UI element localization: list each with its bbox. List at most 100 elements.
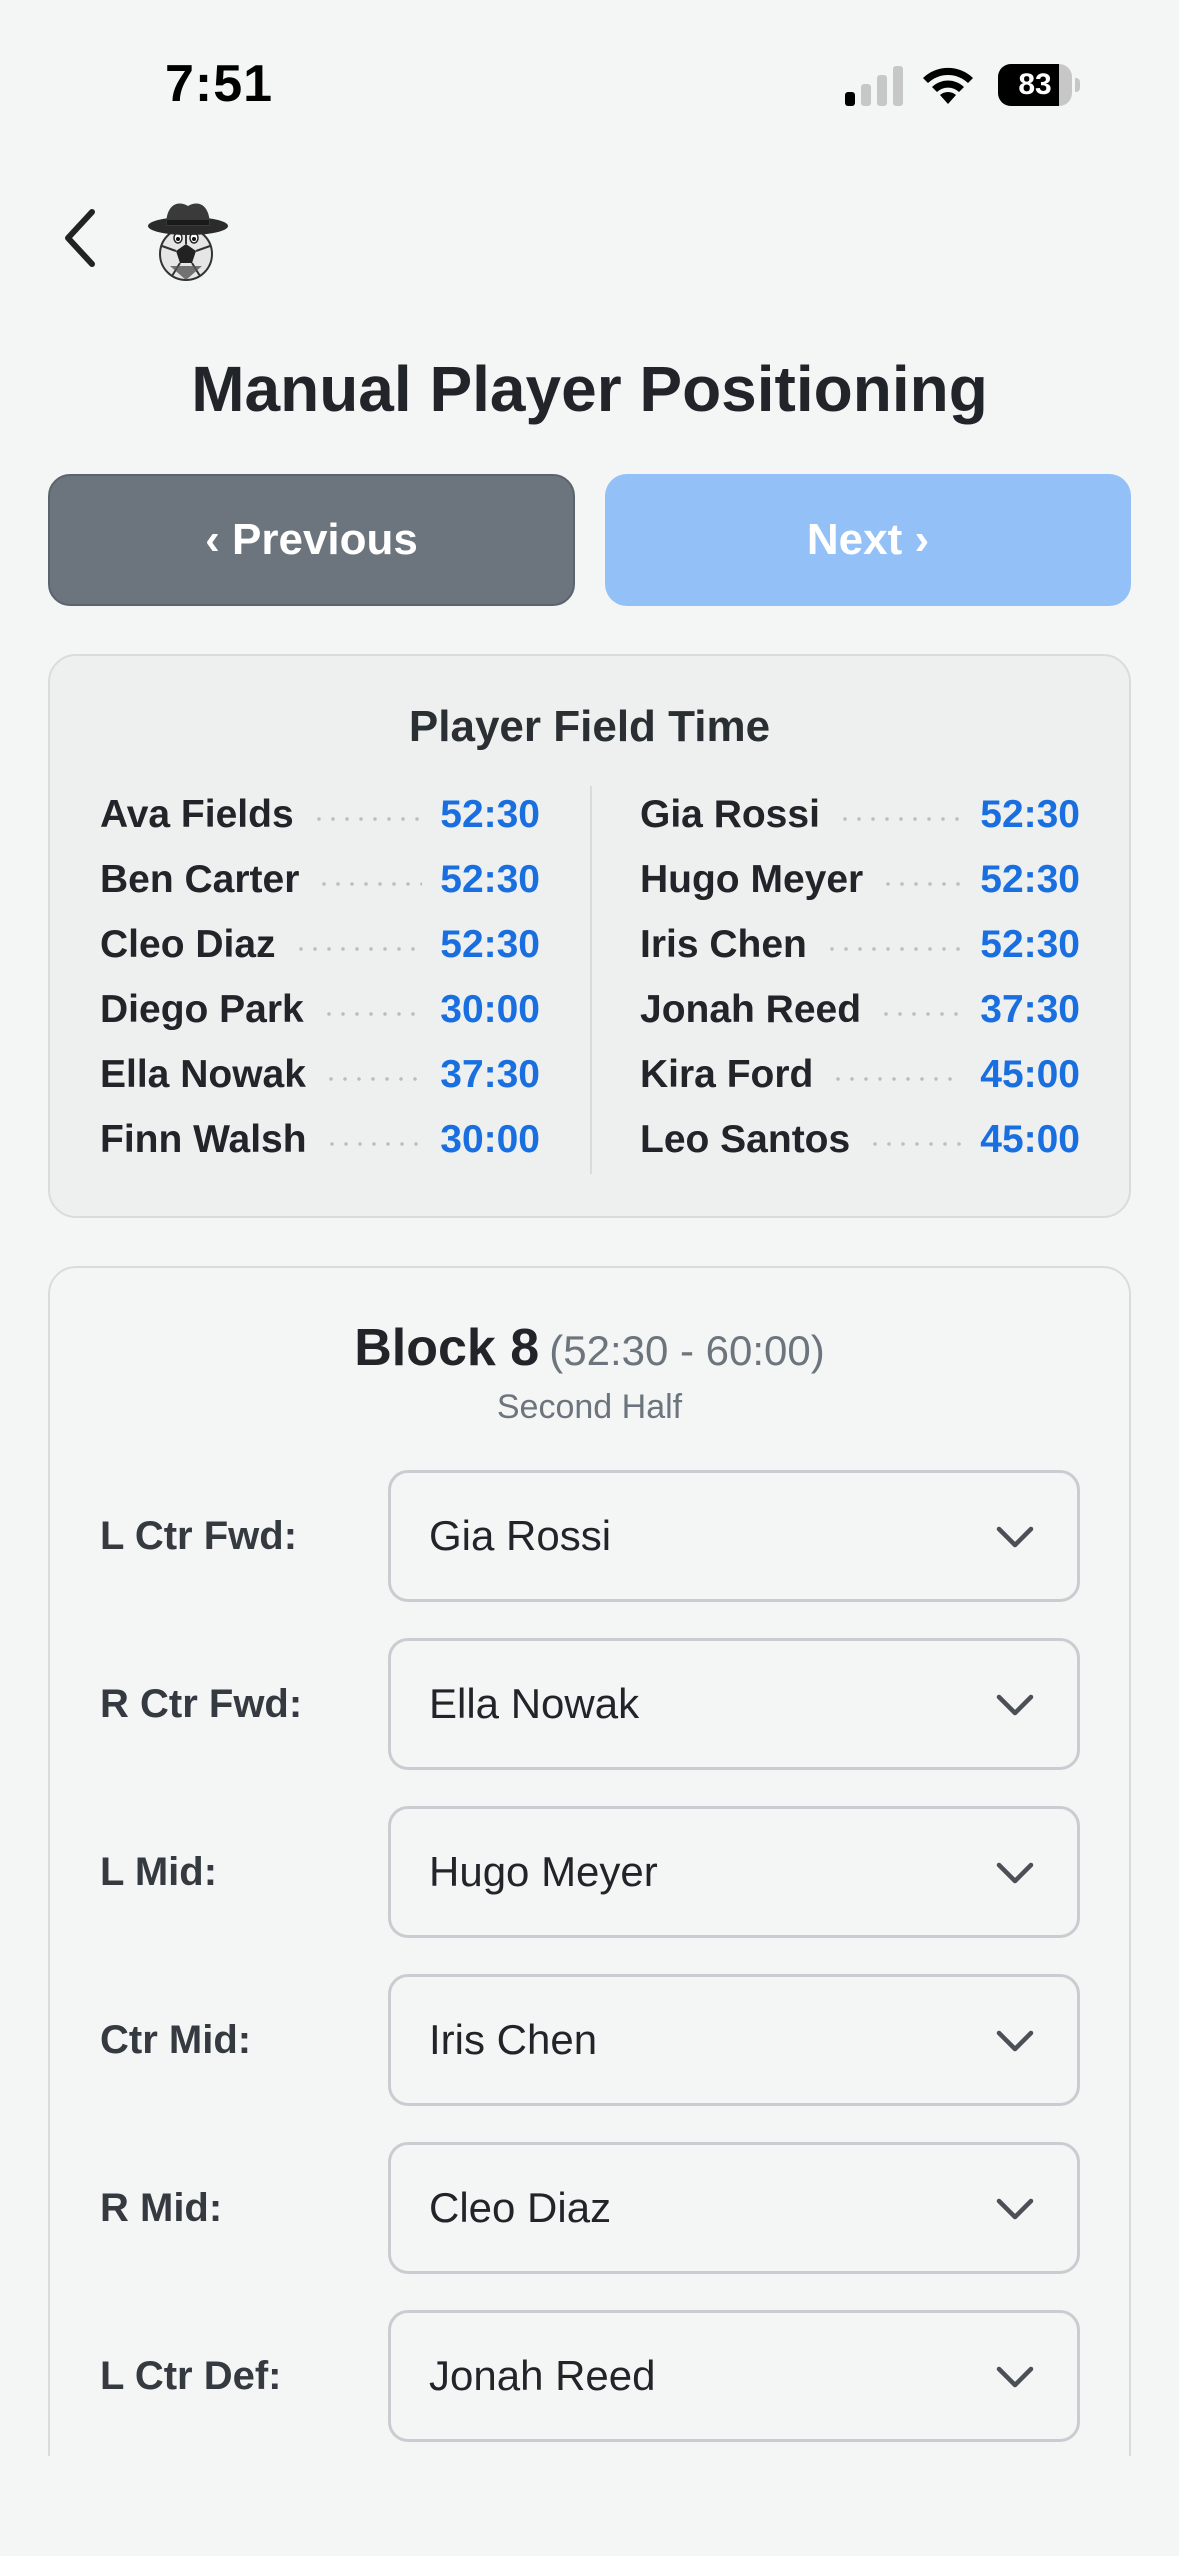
player-select[interactable]: Gia Rossi — [388, 1470, 1080, 1602]
field-time-row: Cleo Diaz 52:30 — [100, 912, 540, 977]
field-time-row: Jonah Reed 37:30 — [640, 977, 1080, 1042]
chevron-down-icon — [996, 1694, 1034, 1716]
field-time-right-column: Gia Rossi 52:30 Hugo Meyer 52:30 Iris Ch… — [640, 782, 1080, 1172]
player-time: 37:30 — [440, 1052, 540, 1096]
player-name: Ella Nowak — [100, 1052, 306, 1096]
field-time-row: Kira Ford 45:00 — [640, 1042, 1080, 1107]
player-name: Finn Walsh — [100, 1117, 307, 1161]
player-time: 45:00 — [980, 1052, 1080, 1096]
field-time-title: Player Field Time — [408, 702, 771, 751]
dot-leader — [831, 1076, 963, 1081]
block-card: Block 8 (52:30 - 60:00) Second Half L Ctr… — [48, 1266, 1131, 2556]
block-time-range: (52:30 - 60:00) — [549, 1327, 825, 1374]
field-time-row: Ella Nowak 37:30 — [100, 1042, 540, 1107]
field-time-row: Iris Chen 52:30 — [640, 912, 1080, 977]
status-time: 7:51 — [165, 55, 274, 113]
position-row-l-mid: L Mid: Hugo Meyer — [100, 1806, 1080, 1938]
player-time: 52:30 — [440, 857, 540, 901]
player-time: 45:00 — [980, 1117, 1080, 1161]
cellular-signal-icon — [845, 66, 903, 106]
chevron-down-icon — [996, 1862, 1034, 1884]
chevron-down-icon — [996, 2366, 1034, 2388]
position-label: R Mid: — [100, 2186, 223, 2230]
player-select[interactable]: Iris Chen — [388, 1974, 1080, 2106]
field-time-row: Gia Rossi 52:30 — [640, 782, 1080, 847]
player-name: Ava Fields — [100, 792, 294, 836]
selected-player: Jonah Reed — [429, 2352, 656, 2399]
block-heading: Block 8 (52:30 - 60:00) — [50, 1318, 1129, 1378]
player-select[interactable]: Hugo Meyer — [388, 1806, 1080, 1938]
next-button[interactable]: Next › — [605, 474, 1131, 606]
position-label: L Mid: — [100, 1850, 218, 1894]
player-name: Jonah Reed — [640, 987, 862, 1031]
field-time-row: Finn Walsh 30:00 — [100, 1107, 540, 1172]
dot-leader — [311, 816, 423, 821]
player-time: 30:00 — [440, 987, 540, 1031]
player-time: 30:00 — [440, 1117, 540, 1161]
dot-leader — [324, 1141, 423, 1146]
position-row-r-ctr-fwd: R Ctr Fwd: Ella Nowak — [100, 1638, 1080, 1770]
battery-icon: 83 — [998, 64, 1080, 106]
field-time-row: Ben Carter 52:30 — [100, 847, 540, 912]
selected-player: Gia Rossi — [429, 1512, 612, 1559]
status-bar: 7:51 83 — [0, 0, 1179, 170]
page-title: Manual Player Positioning — [191, 353, 988, 425]
dot-leader — [321, 1011, 423, 1016]
player-time: 37:30 — [980, 987, 1080, 1031]
bottom-safe-area — [0, 2456, 1179, 2556]
player-name: Cleo Diaz — [100, 922, 276, 966]
player-name: Iris Chen — [640, 922, 807, 966]
player-field-time-card: Player Field Time Ava Fields 52:30 Ben C… — [48, 654, 1131, 1218]
player-time: 52:30 — [980, 922, 1080, 966]
position-row-r-mid: R Mid: Cleo Diaz — [100, 2142, 1080, 2274]
selected-player: Ella Nowak — [429, 1680, 640, 1727]
chevron-down-icon — [996, 1526, 1034, 1548]
field-time-row: Ava Fields 52:30 — [100, 782, 540, 847]
position-label: L Ctr Fwd: — [100, 1514, 298, 1558]
selected-player: Iris Chen — [429, 2016, 598, 2063]
selected-player: Hugo Meyer — [429, 1848, 658, 1895]
dot-leader — [824, 946, 963, 951]
player-time: 52:30 — [980, 857, 1080, 901]
field-time-row: Hugo Meyer 52:30 — [640, 847, 1080, 912]
position-label: L Ctr Def: — [100, 2354, 282, 2398]
chevron-down-icon — [996, 2030, 1034, 2052]
player-name: Kira Ford — [640, 1052, 814, 1096]
field-time-row: Diego Park 30:00 — [100, 977, 540, 1042]
chevron-down-icon — [996, 2198, 1034, 2220]
previous-button[interactable]: ‹ Previous — [48, 474, 575, 606]
position-label: R Ctr Fwd: — [100, 1682, 303, 1726]
player-select[interactable]: Jonah Reed — [388, 2310, 1080, 2442]
selected-player: Cleo Diaz — [429, 2184, 612, 2231]
block-title: Block 8 — [354, 1319, 540, 1377]
position-row-l-ctr-def: L Ctr Def: Jonah Reed — [100, 2310, 1080, 2442]
battery-level: 83 — [1018, 68, 1052, 101]
wifi-icon — [923, 67, 973, 104]
screen: 7:51 83 Manual Player Positioning ‹ Prev… — [0, 0, 1179, 2556]
dot-leader — [317, 881, 423, 886]
player-time: 52:30 — [440, 792, 540, 836]
position-label: Ctr Mid: — [100, 2018, 252, 2062]
dot-leader — [868, 1141, 963, 1146]
dot-leader — [879, 1011, 963, 1016]
player-name: Gia Rossi — [640, 792, 820, 836]
player-select[interactable]: Ella Nowak — [388, 1638, 1080, 1770]
position-row-l-ctr-fwd: L Ctr Fwd: Gia Rossi — [100, 1470, 1080, 1602]
field-time-left-column: Ava Fields 52:30 Ben Carter 52:30 Cleo D… — [100, 782, 540, 1172]
player-time: 52:30 — [980, 792, 1080, 836]
dot-leader — [881, 881, 963, 886]
player-name: Hugo Meyer — [640, 857, 864, 901]
chevron-left-icon — [65, 209, 95, 267]
back-button[interactable] — [50, 200, 110, 276]
column-divider — [590, 786, 592, 1174]
position-row-ctr-mid: Ctr Mid: Iris Chen — [100, 1974, 1080, 2106]
player-select[interactable]: Cleo Diaz — [388, 2142, 1080, 2274]
player-name: Diego Park — [100, 987, 304, 1031]
block-subtitle: Second Half — [496, 1388, 683, 1426]
player-name: Ben Carter — [100, 857, 300, 901]
dot-leader — [293, 946, 423, 951]
cowboy-soccer-ball-logo — [148, 203, 228, 281]
dot-leader — [323, 1076, 423, 1081]
dot-leader — [837, 816, 963, 821]
player-time: 52:30 — [440, 922, 540, 966]
